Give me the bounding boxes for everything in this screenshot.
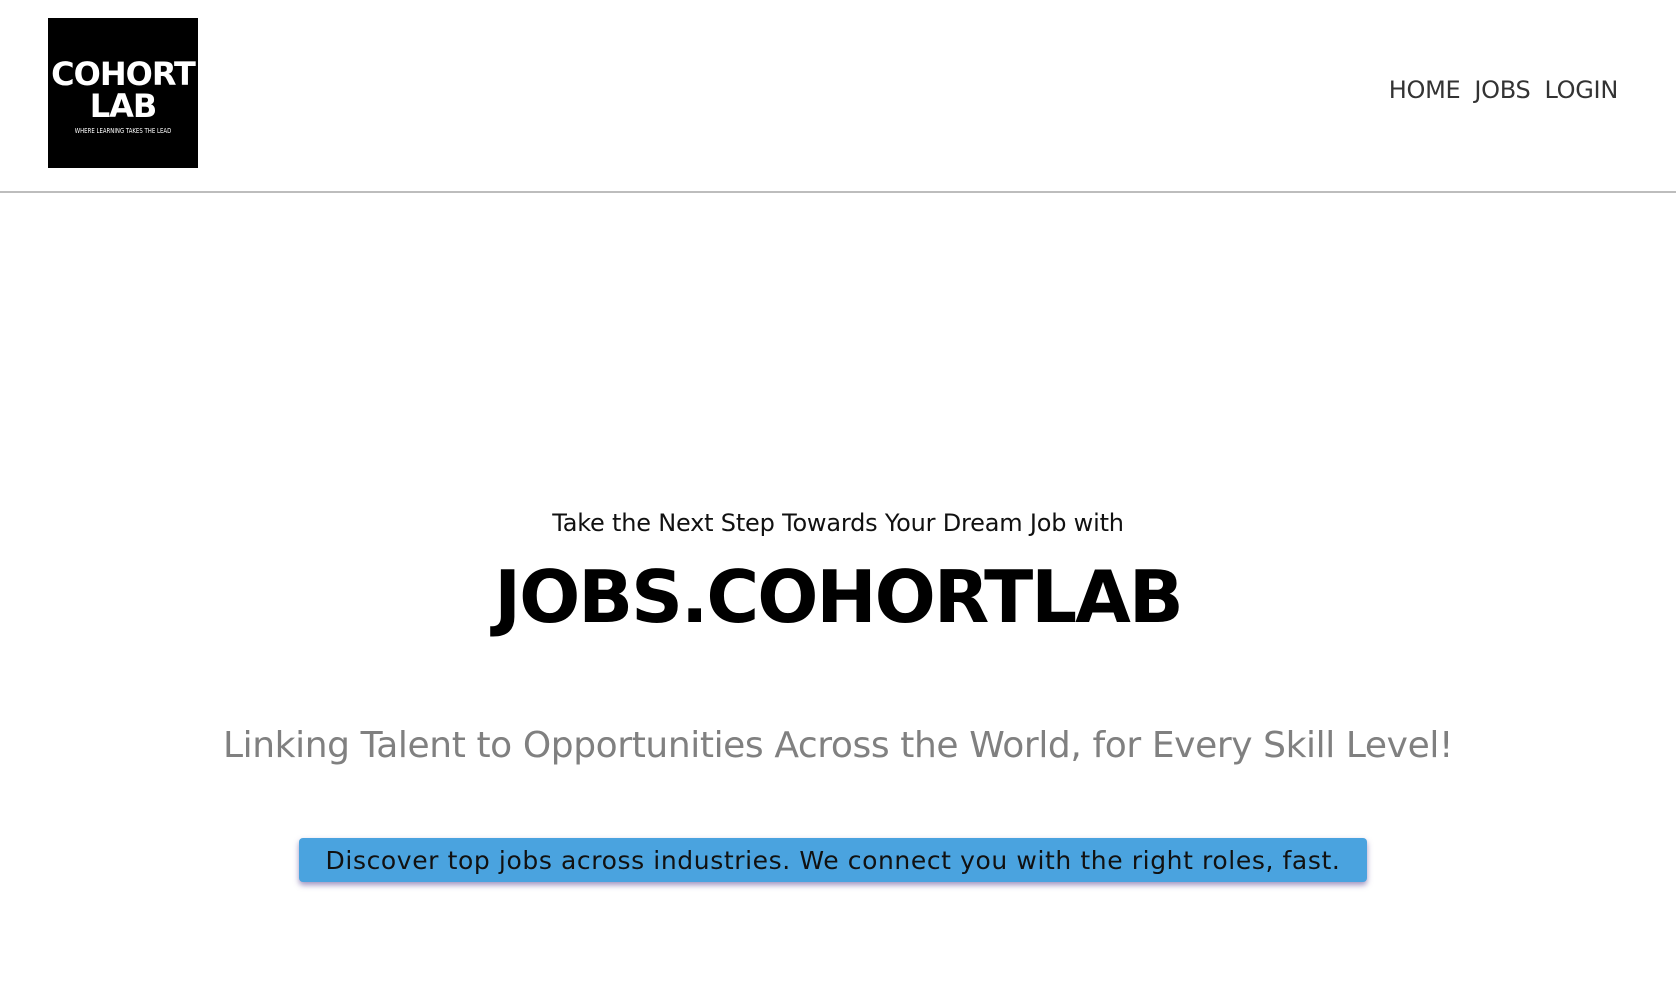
nav-link-login[interactable]: LOGIN bbox=[1544, 76, 1618, 104]
hero-subtitle: Linking Talent to Opportunities Across t… bbox=[223, 725, 1453, 766]
nav-link-jobs[interactable]: JOBS bbox=[1474, 76, 1530, 104]
main-nav: HOME JOBS LOGIN bbox=[1389, 76, 1619, 104]
hero-kicker: Take the Next Step Towards Your Dream Jo… bbox=[552, 509, 1124, 537]
cohortlab-logo[interactable]: COHORT LAB WHERE LEARNING TAKES THE LEAD bbox=[48, 18, 198, 168]
logo-wordmark-line1: COHORT bbox=[51, 55, 196, 93]
logo-wordmark-line2: LAB bbox=[89, 87, 158, 125]
hero-callout-banner: Discover top jobs across industries. We … bbox=[299, 838, 1367, 882]
site-header: COHORT LAB WHERE LEARNING TAKES THE LEAD… bbox=[0, 0, 1676, 193]
logo-tagline: WHERE LEARNING TAKES THE LEAD bbox=[74, 127, 172, 136]
nav-link-home[interactable]: HOME bbox=[1389, 76, 1461, 104]
hero-title: JOBS.COHORTLAB bbox=[494, 555, 1183, 639]
hero-section: Take the Next Step Towards Your Dream Jo… bbox=[0, 505, 1676, 541]
